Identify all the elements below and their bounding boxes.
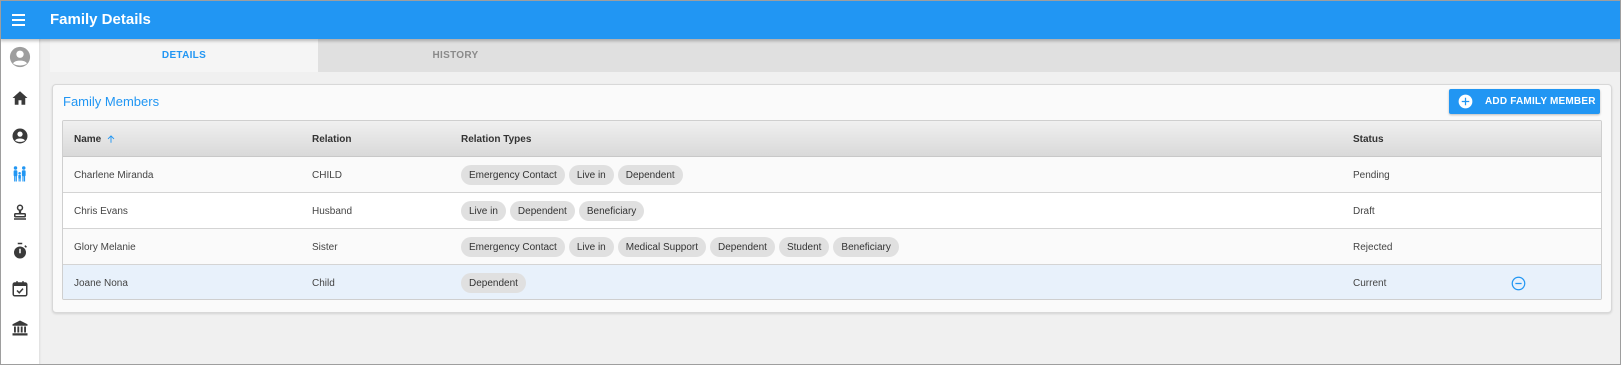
relation-type-chip[interactable]: Dependent <box>509 201 575 221</box>
app-bar: Family Details <box>0 0 1621 39</box>
relation-types: Live in Dependent Beneficiary <box>461 193 648 229</box>
table-header: Name Relation Relation Types Status <box>63 121 1601 157</box>
menu-button[interactable] <box>0 0 38 39</box>
home-icon <box>12 91 27 105</box>
member-relation: Husband <box>312 205 353 217</box>
card-title: Family Members <box>63 94 160 109</box>
calendar-check-icon <box>12 281 27 297</box>
stamp-icon <box>13 204 26 220</box>
sidebar-item-account[interactable] <box>0 118 39 154</box>
relation-type-chip[interactable]: Beneficiary <box>833 237 899 257</box>
menu-icon <box>12 13 25 26</box>
tab-bar: DETAILS HISTORY <box>50 39 1620 72</box>
relation-type-chip[interactable]: Live in <box>568 237 614 257</box>
relation-type-chip[interactable]: Dependent <box>710 237 775 257</box>
sidebar-item-profile[interactable] <box>0 39 39 75</box>
relation-types: Emergency Contact Live in Dependent <box>461 157 687 193</box>
relation-types: Dependent <box>461 265 530 299</box>
relation-types: Emergency Contact Live in Medical Suppor… <box>461 229 903 265</box>
table-row[interactable]: Charlene Miranda CHILD Emergency Contact… <box>63 157 1601 193</box>
sidebar-item-family[interactable] <box>0 156 39 192</box>
relation-type-chip[interactable]: Beneficiary <box>578 201 645 221</box>
relation-type-chip[interactable]: Dependent <box>461 273 526 293</box>
timer-icon <box>13 242 27 259</box>
table-row[interactable]: Glory Melanie Sister Emergency Contact L… <box>63 229 1601 265</box>
member-relation: CHILD <box>312 169 343 181</box>
member-status: Draft <box>1353 205 1375 217</box>
sort-ascending-icon[interactable] <box>106 134 116 144</box>
column-header-status[interactable]: Status <box>1353 121 1384 157</box>
account-circle-icon <box>9 46 30 68</box>
sidebar <box>0 39 39 365</box>
family-members-card: Family Members ADD FAMILY MEMBER Name Re… <box>52 84 1612 313</box>
tab-details[interactable]: DETAILS <box>50 39 318 72</box>
add-family-member-button[interactable]: ADD FAMILY MEMBER <box>1449 89 1600 114</box>
table-row[interactable]: Chris Evans Husband Live in Dependent Be… <box>63 193 1601 229</box>
sidebar-item-calendar[interactable] <box>0 271 39 307</box>
member-status: Current <box>1353 277 1387 289</box>
sidebar-item-timesheet[interactable] <box>0 233 39 269</box>
page-title: Family Details <box>50 11 151 28</box>
family-members-table: Name Relation Relation Types Status Char… <box>62 120 1602 300</box>
account-icon <box>12 128 27 144</box>
relation-type-chip[interactable]: Live in <box>568 165 614 185</box>
member-relation: Child <box>312 277 335 289</box>
tab-history[interactable]: HISTORY <box>318 39 593 72</box>
sidebar-item-approvals[interactable] <box>0 195 39 231</box>
relation-type-chip[interactable]: Emergency Contact <box>461 237 565 257</box>
relation-type-chip[interactable]: Student <box>778 237 830 257</box>
add-circle-icon <box>1458 94 1473 109</box>
remove-circle-icon <box>1511 276 1526 291</box>
relation-type-chip[interactable]: Dependent <box>617 165 683 185</box>
relation-type-chip[interactable]: Emergency Contact <box>461 165 565 185</box>
sidebar-item-bank[interactable] <box>0 310 39 346</box>
relation-type-chip[interactable]: Medical Support <box>617 237 706 257</box>
member-name: Chris Evans <box>74 205 128 217</box>
member-relation: Sister <box>312 241 338 253</box>
member-name: Joane Nona <box>74 277 128 289</box>
column-header-relation[interactable]: Relation <box>312 121 351 157</box>
member-status: Rejected <box>1353 241 1393 253</box>
family-icon <box>13 166 26 182</box>
add-family-member-label: ADD FAMILY MEMBER <box>1485 96 1596 107</box>
table-row[interactable]: Joane Nona Child Dependent Current <box>63 265 1601 299</box>
member-name: Glory Melanie <box>74 241 136 253</box>
column-header-relation-types[interactable]: Relation Types <box>461 121 531 157</box>
member-status: Pending <box>1353 169 1390 181</box>
remove-member-button[interactable] <box>1511 265 1526 299</box>
member-name: Charlene Miranda <box>74 169 154 181</box>
bank-icon <box>12 320 27 336</box>
sidebar-item-home[interactable] <box>0 80 39 116</box>
column-header-name[interactable]: Name <box>74 121 116 157</box>
relation-type-chip[interactable]: Live in <box>461 201 506 221</box>
